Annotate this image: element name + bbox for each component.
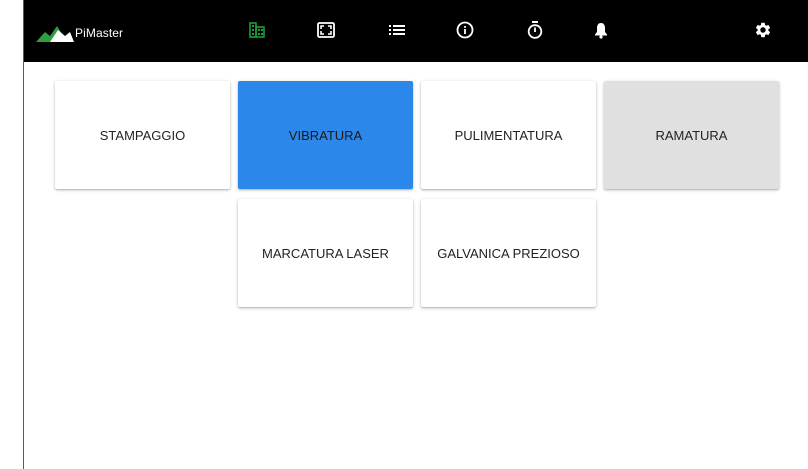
tile-ramatura[interactable]: RAMATURA (604, 81, 779, 189)
app-window: PiMaster STAMPAGGIO VIBRATURA PULIMENTAT… (0, 0, 808, 469)
tile-vibratura[interactable]: VIBRATURA (238, 81, 413, 189)
tile-stampaggio[interactable]: STAMPAGGIO (55, 81, 230, 189)
gear-icon[interactable] (752, 19, 774, 41)
mountain-logo-icon (36, 26, 74, 42)
brand-logo[interactable]: PiMaster (36, 22, 123, 44)
brand-name: PiMaster (75, 26, 124, 40)
window-border (23, 0, 24, 469)
stopwatch-icon[interactable] (524, 19, 546, 41)
tile-galvanica-prezioso[interactable]: GALVANICA PREZIOSO (421, 199, 596, 307)
tile-pulimentatura[interactable]: PULIMENTATURA (421, 81, 596, 189)
tile-marcatura-laser[interactable]: MARCATURA LASER (238, 199, 413, 307)
top-navigation-bar: PiMaster (24, 0, 808, 62)
list-icon[interactable] (386, 19, 408, 41)
bell-icon[interactable] (590, 19, 612, 41)
info-icon[interactable] (454, 19, 476, 41)
grid-building-icon[interactable] (246, 19, 268, 41)
fullscreen-icon[interactable] (315, 19, 337, 41)
